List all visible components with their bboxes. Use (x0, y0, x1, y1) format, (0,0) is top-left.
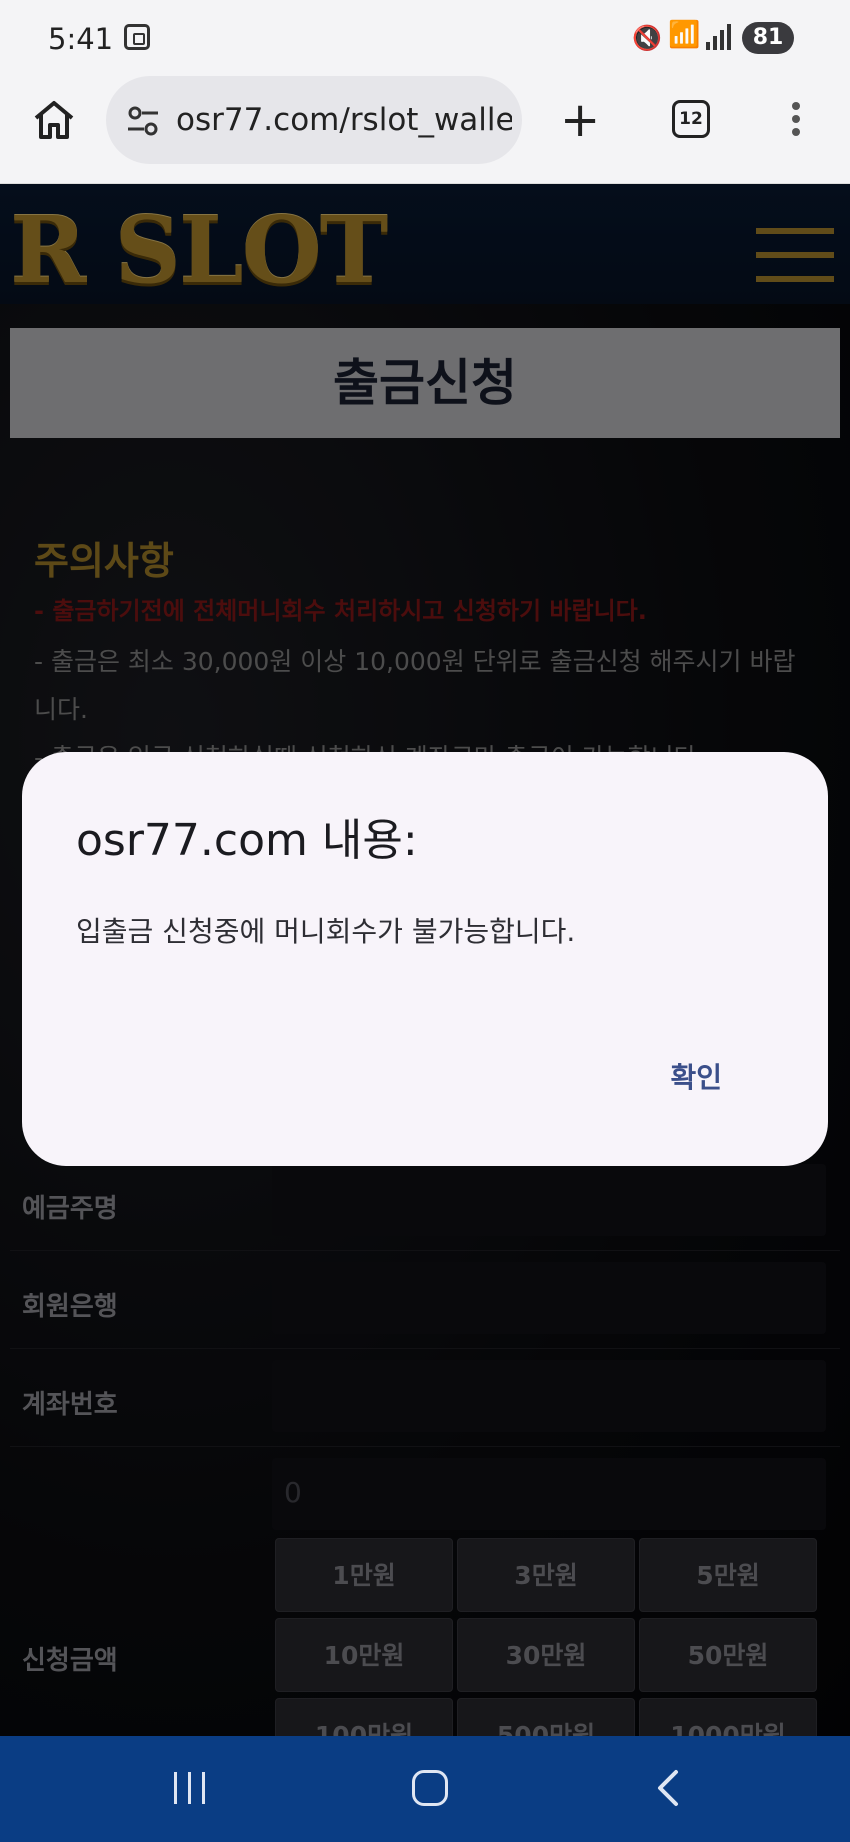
screenshot-icon (124, 24, 150, 50)
mute-icon: 🔇 (632, 24, 662, 52)
battery-indicator: 81 (742, 22, 794, 54)
address-bar[interactable]: osr77.com/rslot_walle (106, 76, 522, 164)
more-menu-icon[interactable] (790, 102, 802, 142)
recent-apps-icon[interactable] (174, 1772, 210, 1804)
home-icon[interactable] (30, 96, 78, 144)
status-time: 5:41 (48, 22, 114, 56)
home-nav-icon[interactable] (412, 1770, 448, 1806)
new-tab-icon[interactable]: + (560, 96, 600, 144)
alert-dialog: osr77.com 내용: 입출금 신청중에 머니회수가 불가능합니다. 확인 (22, 752, 828, 1166)
dialog-title: osr77.com 내용: (76, 815, 418, 866)
browser-toolbar: osr77.com/rslot_walle + 12 (0, 76, 850, 184)
status-bar: 5:41 🔇 📶 81 (0, 0, 850, 76)
back-icon[interactable] (654, 1768, 682, 1808)
url-text[interactable]: osr77.com/rslot_walle (176, 102, 512, 138)
dialog-ok-button[interactable]: 확인 (670, 1056, 722, 1096)
tab-switcher-button[interactable]: 12 (672, 100, 710, 138)
dialog-message: 입출금 신청중에 머니회수가 불가능합니다. (76, 915, 576, 948)
site-settings-icon[interactable] (126, 104, 160, 138)
wifi-icon: 📶 (668, 20, 701, 50)
system-nav-bar (0, 1736, 850, 1842)
signal-icon (706, 24, 734, 50)
